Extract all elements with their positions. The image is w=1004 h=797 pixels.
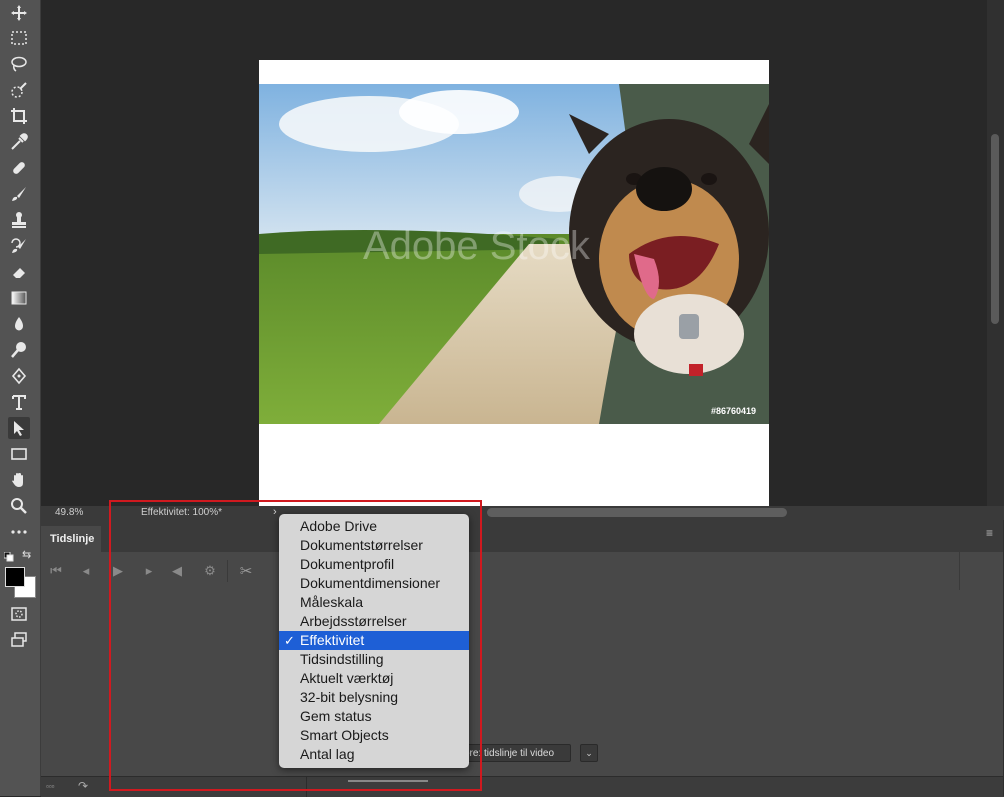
frame-animation-icon[interactable]: ▫▫▫	[46, 782, 55, 791]
dog-photo: Adobe Stock #86760419	[259, 84, 769, 424]
crop-tool-icon[interactable]	[8, 105, 30, 127]
pen-tool-icon[interactable]	[8, 365, 30, 387]
adobe-stock-watermark: Adobe Stock	[363, 224, 590, 268]
default-colors-icon[interactable]	[3, 549, 14, 562]
eraser-tool-icon[interactable]	[8, 261, 30, 283]
foreground-color-swatch[interactable]	[5, 567, 25, 587]
rectangle-tool-icon[interactable]	[8, 443, 30, 465]
highlight-box	[109, 500, 482, 791]
horizontal-scrollbar-thumb[interactable]	[487, 508, 787, 517]
screen-mode-icon[interactable]	[8, 629, 30, 651]
panel-menu-icon[interactable]: ≡	[986, 527, 998, 541]
gradient-tool-icon[interactable]	[8, 287, 30, 309]
clone-stamp-tool-icon[interactable]	[8, 209, 30, 231]
convert-arrow-icon[interactable]: ↷	[78, 779, 88, 793]
path-select-tool-icon[interactable]	[8, 417, 30, 439]
zoom-level[interactable]: 49.8%	[55, 507, 83, 518]
tab-timeline[interactable]: Tidslinje	[41, 526, 101, 552]
brush-tool-icon[interactable]	[8, 183, 30, 205]
go-to-first-frame-icon[interactable]: ⏮	[48, 563, 64, 579]
swap-colors-icon[interactable]: ⇆	[22, 548, 34, 561]
dodge-tool-icon[interactable]	[8, 339, 30, 361]
render-dropdown-icon[interactable]: ⌄	[580, 744, 598, 762]
controls-right-divider	[959, 552, 960, 590]
more-tools-icon[interactable]	[8, 521, 30, 543]
lasso-tool-icon[interactable]	[8, 53, 30, 75]
tools-panel: ⇆	[0, 0, 41, 796]
quick-mask-icon[interactable]	[8, 603, 30, 625]
quick-select-tool-icon[interactable]	[8, 79, 30, 101]
previous-frame-icon[interactable]: ◂	[78, 563, 94, 579]
stock-id-label: #86760419	[711, 406, 757, 416]
blur-tool-icon[interactable]	[8, 313, 30, 335]
eyedropper-tool-icon[interactable]	[8, 131, 30, 153]
hand-tool-icon[interactable]	[8, 469, 30, 491]
type-tool-icon[interactable]	[8, 391, 30, 413]
healing-brush-tool-icon[interactable]	[8, 157, 30, 179]
vertical-scrollbar-thumb[interactable]	[991, 134, 999, 324]
marquee-tool-icon[interactable]	[8, 27, 30, 49]
history-brush-tool-icon[interactable]	[8, 235, 30, 257]
zoom-tool-icon[interactable]	[8, 495, 30, 517]
move-tool-icon[interactable]	[8, 2, 30, 24]
